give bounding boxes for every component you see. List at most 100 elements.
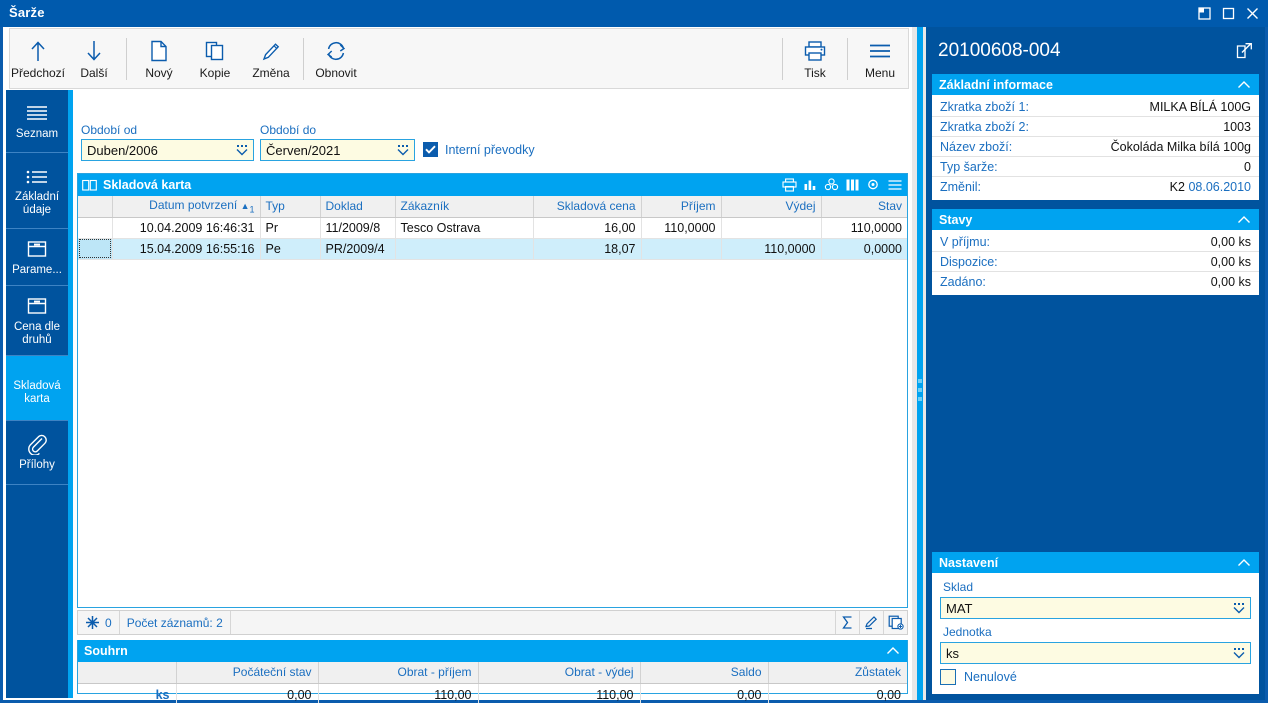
internal-transfers-label: Interní převodky bbox=[445, 143, 535, 157]
cell-vydej bbox=[721, 217, 821, 238]
period-from-input[interactable]: Duben/2006 bbox=[81, 139, 254, 161]
toolbar-separator bbox=[782, 38, 783, 80]
toolbar-button-previous[interactable]: Předchozí bbox=[10, 30, 66, 87]
col-skladova-cena[interactable]: Skladová cena bbox=[533, 196, 641, 217]
print-icon[interactable] bbox=[781, 177, 798, 194]
filter-indicator[interactable]: 0 bbox=[78, 611, 120, 634]
col-rowmark[interactable] bbox=[78, 196, 112, 217]
cell-doklad: 11/2009/8 bbox=[320, 217, 395, 238]
row-marker[interactable] bbox=[78, 238, 112, 259]
table-row[interactable]: 10.04.2009 16:46:31 Pr 11/2009/8 Tesco O… bbox=[78, 217, 907, 238]
chevron-down-icon[interactable] bbox=[234, 142, 250, 159]
summary-col-obrat-prijem: Obrat - příjem bbox=[318, 662, 478, 683]
toolbar-button-menu[interactable]: Menu bbox=[852, 30, 908, 87]
close-icon[interactable] bbox=[1240, 0, 1264, 27]
cell-stav: 0,0000 bbox=[821, 238, 907, 259]
sidebar-item-parametry[interactable]: Parame... bbox=[6, 229, 68, 286]
col-prijem[interactable]: Příjem bbox=[641, 196, 721, 217]
card-header[interactable]: Stavy bbox=[932, 209, 1259, 230]
panel-splitter[interactable] bbox=[912, 27, 926, 700]
chevron-up-icon[interactable] bbox=[885, 645, 901, 657]
chevron-down-icon[interactable] bbox=[1231, 645, 1247, 662]
sidebar-item-skladova-karta[interactable]: Skladová karta bbox=[6, 356, 68, 421]
toolbar-button-new[interactable]: Nový bbox=[131, 30, 187, 87]
toolbar-button-refresh[interactable]: Obnovit bbox=[308, 30, 364, 87]
columns-icon[interactable] bbox=[844, 177, 861, 194]
external-link-icon[interactable] bbox=[1236, 42, 1253, 65]
field-value: Čokoláda Milka bílá 100g bbox=[1111, 140, 1251, 154]
internal-transfers-checkbox-wrap[interactable]: Interní převodky bbox=[423, 142, 535, 157]
summary-value: 0,00 bbox=[640, 683, 768, 703]
menu-lines-icon[interactable] bbox=[886, 177, 903, 194]
restore-down-icon[interactable] bbox=[1192, 0, 1216, 27]
summary-value: 110,00 bbox=[318, 683, 478, 703]
warehouse-value: MAT bbox=[946, 601, 972, 616]
unit-value: ks bbox=[946, 646, 959, 661]
stock-card-grid-panel: Skladová karta bbox=[77, 173, 908, 608]
pivot-icon[interactable] bbox=[823, 177, 840, 194]
period-to-label: Období do bbox=[260, 123, 415, 137]
toolbar-button-copy[interactable]: Kopie bbox=[187, 30, 243, 87]
splitter-dot bbox=[918, 397, 922, 401]
col-zakaznik[interactable]: Zákazník bbox=[395, 196, 533, 217]
card-header[interactable]: Nastavení bbox=[932, 552, 1259, 573]
toolbar-button-print[interactable]: Tisk bbox=[787, 30, 843, 87]
cell-prijem bbox=[641, 238, 721, 259]
col-datum-potvrzeni[interactable]: Datum potvrzení ▲1 bbox=[112, 196, 260, 217]
settings-gear-icon[interactable] bbox=[865, 177, 882, 194]
summary-header: Souhrn bbox=[78, 640, 907, 662]
col-vydej[interactable]: Výdej bbox=[721, 196, 821, 217]
field-zmenil: Změnil: K2 08.06.2010 bbox=[932, 177, 1259, 197]
table-row[interactable]: 15.04.2009 16:55:16 Pe PR/2009/4 18,07 1… bbox=[78, 238, 907, 259]
sidebar-item-seznam[interactable]: Seznam bbox=[6, 90, 68, 153]
warehouse-input[interactable]: MAT bbox=[940, 597, 1251, 619]
toolbar-button-next[interactable]: Další bbox=[66, 30, 122, 87]
chart-bar-icon[interactable] bbox=[802, 177, 819, 194]
row-marker[interactable] bbox=[78, 217, 112, 238]
nonzero-checkbox-wrap[interactable]: Nenulové bbox=[940, 669, 1251, 685]
sigma-sum-icon[interactable] bbox=[835, 611, 859, 634]
maximize-icon[interactable] bbox=[1216, 0, 1240, 27]
sidebar-item-zakladni-udaje[interactable]: Základní údaje bbox=[6, 153, 68, 229]
col-doklad[interactable]: Doklad bbox=[320, 196, 395, 217]
table-header-row: Datum potvrzení ▲1 Typ Doklad Zákazník S… bbox=[78, 196, 907, 217]
sidebar-item-cena-dle-druhu[interactable]: Cena dle druhů bbox=[6, 286, 68, 356]
card-header[interactable]: Základní informace bbox=[932, 74, 1259, 95]
chevron-up-icon[interactable] bbox=[1236, 557, 1252, 569]
chevron-down-icon[interactable] bbox=[395, 142, 411, 159]
sidebar-item-label: Skladová karta bbox=[8, 380, 66, 406]
field-zkratka-zbozi-1: Zkratka zboží 1: MILKA BÍLÁ 100G bbox=[932, 97, 1259, 117]
title-bar: Šarže bbox=[0, 0, 1268, 27]
sidebar: Seznam Základní údaje Parame... Cena dle… bbox=[6, 90, 68, 698]
pencil-edit-icon[interactable] bbox=[859, 611, 883, 634]
period-from-field: Období od Duben/2006 bbox=[81, 123, 254, 161]
sidebar-item-prilohy[interactable]: Přílohy bbox=[6, 421, 68, 485]
chevron-down-icon[interactable] bbox=[1231, 600, 1247, 617]
toolbar-label: Další bbox=[80, 67, 107, 80]
summary-col-pocatecni-stav: Počáteční stav bbox=[176, 662, 318, 683]
summary-value: 0,00 bbox=[176, 683, 318, 703]
internal-transfers-checkbox[interactable] bbox=[423, 142, 438, 157]
period-to-input[interactable]: Červen/2021 bbox=[260, 139, 415, 161]
cell-doklad: PR/2009/4 bbox=[320, 238, 395, 259]
application-window: Šarže Předchozí bbox=[0, 0, 1268, 703]
chevron-up-icon[interactable] bbox=[1236, 79, 1252, 91]
splitter-bar[interactable] bbox=[917, 27, 923, 700]
chevron-up-icon[interactable] bbox=[1236, 214, 1252, 226]
summary-row: ks 0,00 110,00 110,00 0,00 0,00 bbox=[78, 683, 907, 703]
col-stav[interactable]: Stav bbox=[821, 196, 907, 217]
col-typ[interactable]: Typ bbox=[260, 196, 320, 217]
grid-status-bar: 0 Počet záznamů: 2 bbox=[77, 610, 908, 635]
summary-value: 0,00 bbox=[768, 683, 907, 703]
unit-input[interactable]: ks bbox=[940, 642, 1251, 664]
stock-card-table: Datum potvrzení ▲1 Typ Doklad Zákazník S… bbox=[78, 196, 907, 260]
field-label: Dispozice: bbox=[940, 255, 998, 269]
toolbar-button-change[interactable]: Změna bbox=[243, 30, 299, 87]
changed-date: 08.06.2010 bbox=[1188, 180, 1251, 194]
field-value: K2 08.06.2010 bbox=[1170, 180, 1251, 194]
field-value: 0,00 ks bbox=[1211, 275, 1251, 289]
card-zakladni-informace: Základní informace Zkratka zboží 1: MILK… bbox=[932, 74, 1259, 200]
summary-col-obrat-vydej: Obrat - výdej bbox=[478, 662, 640, 683]
add-copy-icon[interactable] bbox=[883, 611, 907, 634]
nonzero-checkbox[interactable] bbox=[940, 669, 956, 685]
